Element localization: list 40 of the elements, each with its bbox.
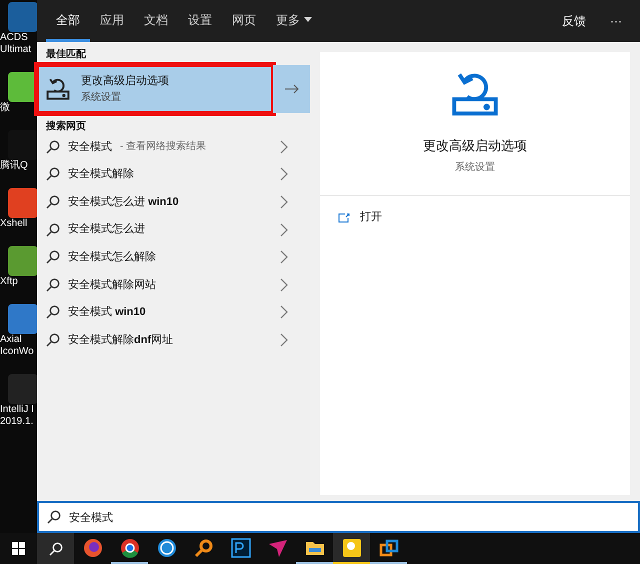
- feedback-button[interactable]: 反馈: [554, 0, 594, 42]
- suggestion-text: 安全模式怎么进 win10: [68, 194, 179, 210]
- web-search-item[interactable]: 安全模式怎么解除: [37, 243, 310, 271]
- desktop-icon-label: 微: [0, 102, 10, 114]
- web-search-item[interactable]: 安全模式怎么进 win10: [37, 188, 310, 216]
- suggestion-text: 安全模式解除: [68, 166, 134, 182]
- suggestion-hint: - 查看网络搜索结果: [120, 140, 206, 154]
- suggestion-text: 安全模式解除dnf网址: [68, 332, 174, 348]
- suggestion-text: 安全模式怎么解除: [68, 250, 156, 265]
- open-action[interactable]: 打开: [320, 200, 630, 236]
- search-field[interactable]: 安全模式: [37, 501, 640, 533]
- suggestion-text: 安全模式: [68, 140, 112, 155]
- web-search-item[interactable]: 安全模式解除dnf网址: [37, 326, 310, 354]
- filter-tab[interactable]: 文档: [134, 0, 178, 42]
- web-search-item[interactable]: 安全模式解除网站: [37, 270, 310, 299]
- desktop-icon-label: ACDS Ultimat: [0, 32, 32, 56]
- desktop-icon-label: Xftp: [0, 276, 18, 288]
- desktop-icon-label: Xshell: [0, 218, 28, 230]
- best-match-item[interactable]: 更改高级启动选项 系统设置: [37, 65, 273, 113]
- desktop-icon-label: 腾讯Q: [0, 160, 28, 172]
- suggestion-text: 安全模式怎么进: [68, 222, 145, 238]
- web-search-item[interactable]: 安全模式 win10: [37, 298, 310, 326]
- desktop-icon-label: IntelliJ I 2019.1.: [0, 404, 34, 428]
- section-heading: 最佳匹配: [45, 48, 87, 61]
- suggestion-text: 安全模式 win10: [68, 304, 146, 320]
- preview-title: 更改高级启动选项: [423, 137, 527, 155]
- web-search-item[interactable]: 安全模式解除: [37, 160, 310, 188]
- web-search-item[interactable]: 安全模式怎么进: [37, 216, 310, 244]
- web-search-item[interactable]: 安全模式 - 查看网络搜索结果: [37, 133, 310, 161]
- best-match-subtitle: 系统设置: [81, 90, 122, 105]
- suggestion-text: 安全模式解除网站: [68, 278, 156, 293]
- preview-subtitle: 系统设置: [455, 160, 495, 174]
- section-heading: 搜索网页: [44, 120, 87, 133]
- filter-tab[interactable]: 网页: [222, 0, 266, 42]
- filter-tab[interactable]: 设置: [178, 0, 222, 42]
- desktop-icon-label: Axial IconWo: [0, 334, 34, 358]
- best-match-title: 更改高级启动选项: [81, 74, 169, 90]
- more-button[interactable]: ···: [602, 0, 630, 42]
- filter-tab[interactable]: 更多: [266, 0, 322, 42]
- filter-tab[interactable]: 应用: [90, 0, 134, 42]
